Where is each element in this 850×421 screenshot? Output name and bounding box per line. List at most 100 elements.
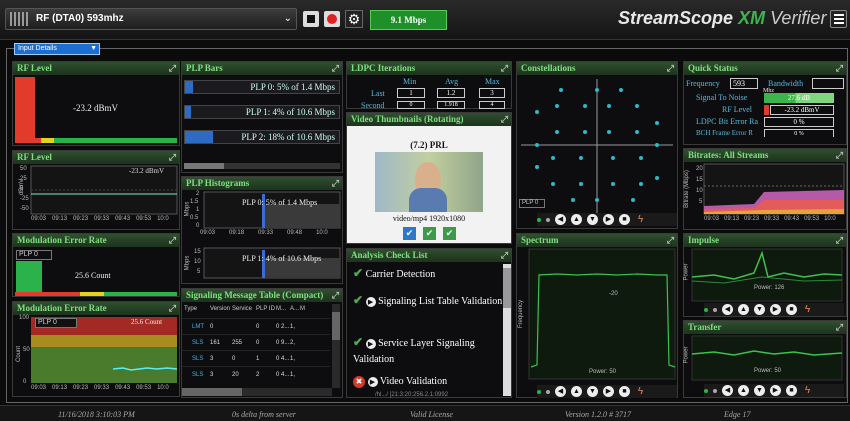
pager-dot-icon[interactable] [713, 388, 717, 393]
plp-select[interactable]: PLP 0 [519, 199, 545, 208]
first-page-icon[interactable]: ◀ [722, 385, 733, 396]
y-axis-label: Power [683, 263, 690, 281]
next-page-icon[interactable]: ▼ [587, 386, 598, 397]
resize-icon[interactable]: ⤢ [501, 113, 508, 126]
check-item-video[interactable]: ✖ ▶ Video Validation [353, 376, 447, 388]
resize-icon[interactable]: ⤢ [667, 234, 674, 247]
snr-label: Signal To Noise [696, 93, 748, 102]
spectrum-pager[interactable]: ◀ ▲ ▼ ▶ ■ ϟ [537, 385, 677, 398]
pager-dot-icon[interactable] [713, 307, 717, 312]
device-selector[interactable]: RF (DTA0) 593mhz ⌄ [5, 8, 297, 30]
thumbnail-toggle-2[interactable]: ✔ [423, 227, 436, 240]
stop-icon[interactable]: ■ [786, 304, 797, 315]
settings-button[interactable]: ⚙ [345, 10, 363, 28]
table-cell: 0 [232, 356, 236, 362]
next-page-icon[interactable]: ▼ [754, 385, 765, 396]
stop-icon[interactable]: ■ [619, 214, 630, 225]
constellation-point [535, 110, 539, 114]
frequency-label: Frequency [686, 79, 720, 88]
impulse-panel: Impulse ⤢ Power Power: 126 ◀ ▲ ▼ ▶ ■ ϟ [683, 233, 847, 317]
table-row[interactable]: LMT 0 0 0 2... 1, [182, 318, 330, 334]
menu-icon [834, 14, 844, 24]
stop-icon[interactable]: ■ [786, 385, 797, 396]
last-page-icon[interactable]: ▶ [770, 385, 781, 396]
flash-icon[interactable]: ϟ [635, 214, 646, 225]
check-item-carrier[interactable]: ✔ Carrier Detection [353, 266, 435, 281]
resize-icon[interactable]: ⤢ [332, 62, 339, 75]
resize-icon[interactable]: ⤢ [836, 234, 843, 247]
resize-icon[interactable]: ⤢ [169, 62, 176, 75]
resize-icon[interactable]: ⤢ [836, 149, 843, 162]
prev-page-icon[interactable]: ▲ [738, 304, 749, 315]
video-thumbnail-image[interactable] [375, 152, 483, 212]
thumbnail-toggle-1[interactable]: ✔ [403, 227, 416, 240]
prev-page-icon[interactable]: ▲ [738, 385, 749, 396]
spectrum-footer: Power: 50 [589, 369, 617, 375]
first-page-icon[interactable]: ◀ [722, 304, 733, 315]
pager-dot-icon[interactable] [537, 389, 541, 394]
resize-icon[interactable]: ⤢ [836, 321, 843, 334]
resize-icon[interactable]: ⤢ [501, 62, 508, 75]
pager-dot-icon[interactable] [546, 217, 550, 222]
impulse-pager[interactable]: ◀ ▲ ▼ ▶ ■ ϟ [704, 303, 844, 316]
stop-button[interactable] [303, 11, 319, 27]
record-icon [327, 14, 337, 24]
horizontal-scrollbar[interactable] [182, 388, 332, 396]
check-item-sls[interactable]: ✔ ▶ Service Layer Signaling Validation [353, 334, 505, 368]
thumbnail-toggle-3[interactable]: ✔ [443, 227, 456, 240]
check-item-slt[interactable]: ✔ ▶ Signaling List Table Validation [353, 292, 503, 310]
constellation-point [655, 121, 659, 125]
mer-bar [16, 261, 42, 293]
flash-icon[interactable]: ϟ [635, 386, 646, 397]
rf-indicator [764, 105, 769, 115]
prev-page-icon[interactable]: ▲ [571, 214, 582, 225]
pager-dot-icon[interactable] [704, 307, 708, 312]
next-page-icon[interactable]: ▼ [587, 214, 598, 225]
rf-level-value: -23.2 dBmV [73, 103, 118, 113]
ldpc-last-min: 1 [397, 88, 425, 98]
resize-icon[interactable]: ⤢ [501, 249, 508, 262]
record-button[interactable] [324, 11, 340, 27]
bitrate-indicator: 9.1 Mbps [370, 10, 447, 30]
constellation-point [655, 176, 659, 180]
vertical-scrollbar[interactable] [503, 264, 511, 396]
resize-icon[interactable]: ⤢ [332, 289, 339, 302]
chevron-down-icon: ⌄ [283, 13, 292, 24]
flash-icon[interactable]: ϟ [802, 385, 813, 396]
pager-dot-icon[interactable] [537, 217, 541, 222]
plp-select[interactable]: PLP 0 [16, 250, 52, 260]
pager-dot-icon[interactable] [704, 388, 708, 393]
constellation-plot [521, 79, 673, 213]
flash-icon[interactable]: ϟ [802, 304, 813, 315]
first-page-icon[interactable]: ◀ [555, 214, 566, 225]
plp-select[interactable]: PLP 0 [35, 318, 77, 328]
resize-icon[interactable]: ⤢ [836, 62, 843, 75]
table-cell: SLS [192, 356, 204, 362]
hamburger-menu-button[interactable] [830, 10, 847, 28]
table-row[interactable]: SLS 3 0 1 0 4... 1, [182, 350, 330, 366]
transfer-pager[interactable]: ◀ ▲ ▼ ▶ ■ ϟ [704, 384, 844, 397]
table-cell: 1 [256, 356, 260, 362]
horizontal-scrollbar[interactable] [184, 163, 340, 169]
last-page-icon[interactable]: ▶ [603, 214, 614, 225]
resize-icon[interactable]: ⤢ [169, 234, 176, 247]
next-page-icon[interactable]: ▼ [754, 304, 765, 315]
input-details-select[interactable]: Input Details ▼ [14, 43, 100, 55]
resize-icon[interactable]: ⤢ [169, 302, 176, 315]
table-row[interactable]: SLS 3 20 2 0 4... 1, [182, 366, 330, 382]
prev-page-icon[interactable]: ▲ [571, 386, 582, 397]
stop-icon[interactable]: ■ [619, 386, 630, 397]
y-axis-label: Frequency [518, 299, 525, 329]
resize-icon[interactable]: ⤢ [169, 151, 176, 164]
last-page-icon[interactable]: ▶ [603, 386, 614, 397]
first-page-icon[interactable]: ◀ [555, 386, 566, 397]
resize-icon[interactable]: ⤢ [667, 62, 674, 75]
constellation-pager[interactable]: ◀ ▲ ▼ ▶ ■ ϟ [537, 213, 677, 226]
resize-icon[interactable]: ⤢ [332, 177, 339, 190]
last-page-icon[interactable]: ▶ [770, 304, 781, 315]
pager-dot-icon[interactable] [546, 389, 550, 394]
constellation-point [551, 182, 555, 186]
constellation-point [583, 130, 587, 134]
vertical-scrollbar[interactable] [332, 304, 340, 388]
table-row[interactable]: SLS 161 255 0 0 9... 2, [182, 334, 330, 350]
